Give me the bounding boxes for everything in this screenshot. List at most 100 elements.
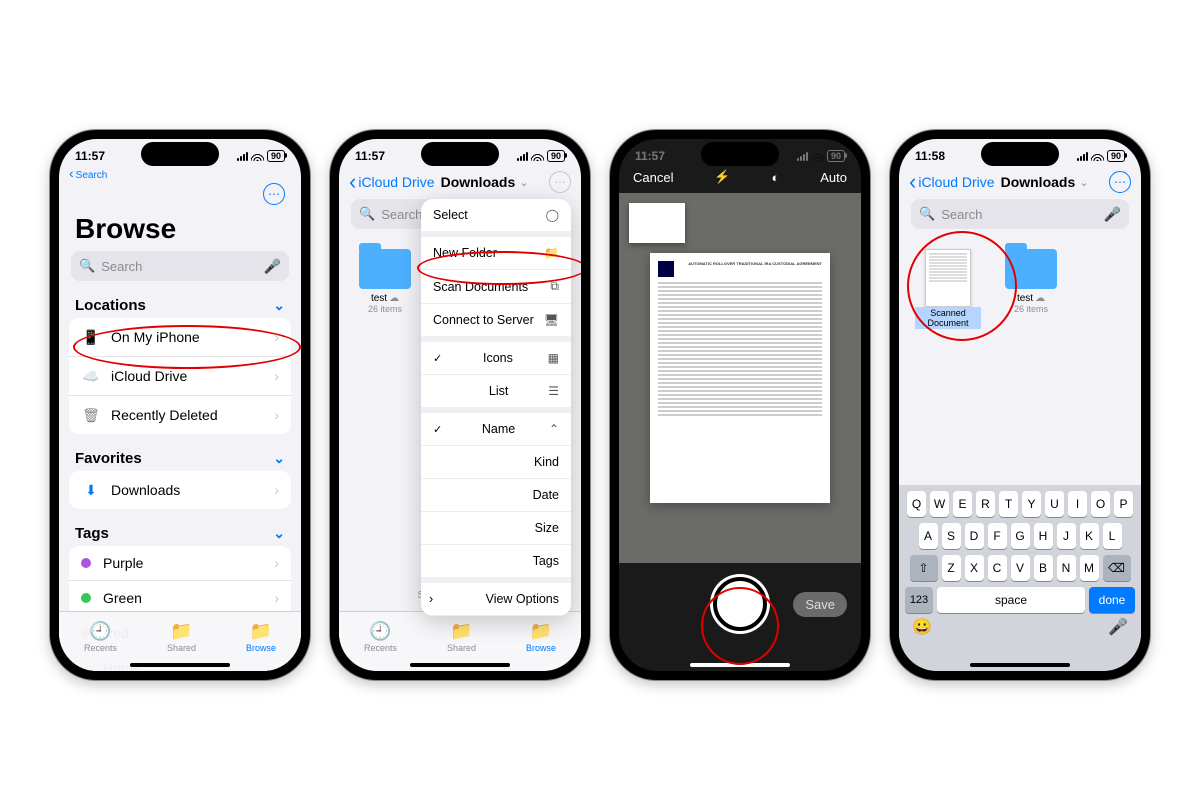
scanned-document-item[interactable]: Scanned Document [915, 249, 981, 329]
doc-thumbnail-icon [925, 249, 971, 307]
key-u[interactable]: U [1045, 491, 1064, 517]
menu-view-options[interactable]: › View Options [421, 583, 571, 616]
chevron-down-icon[interactable]: ⌄ [519, 176, 528, 189]
context-menu: Select◯ New Folder📁 Scan Documents⧉ Conn… [421, 199, 571, 616]
save-button[interactable]: Save [793, 592, 847, 617]
dictation-button[interactable]: 🎤 [1108, 617, 1128, 637]
tab-recents[interactable]: 🕘Recents [364, 621, 397, 653]
favorite-downloads[interactable]: ⬇Downloads› [69, 471, 291, 509]
menu-scan-documents[interactable]: Scan Documents⧉ [421, 270, 571, 304]
key-shift[interactable]: ⇧ [910, 555, 938, 581]
scan-thumbnail[interactable] [629, 203, 685, 243]
locations-list: 📱On My iPhone› ☁️iCloud Drive› 🗑Recently… [69, 318, 291, 434]
more-button[interactable]: ⋯ [549, 171, 571, 193]
menu-connect-server[interactable]: Connect to Server🖥 [421, 304, 571, 342]
key-c[interactable]: C [988, 555, 1007, 581]
home-indicator[interactable] [970, 663, 1070, 667]
locations-header[interactable]: Locations⌄ [59, 291, 301, 318]
search-input[interactable]: 🔍 Search 🎤 [71, 251, 289, 281]
more-button[interactable]: ⋯ [1109, 171, 1131, 193]
menu-sort-kind[interactable]: Kind [421, 446, 571, 479]
screen-4: 11:58 90 iCloud Drive Downloads ⌄ ⋯ 🔍 Se… [899, 139, 1141, 671]
key-n[interactable]: N [1057, 555, 1076, 581]
key-v[interactable]: V [1011, 555, 1030, 581]
key-d[interactable]: D [965, 523, 984, 549]
location-icloud-drive[interactable]: ☁️iCloud Drive› [69, 357, 291, 396]
key-j[interactable]: J [1057, 523, 1076, 549]
nav-title: Downloads [441, 174, 516, 190]
dynamic-island [701, 142, 779, 166]
battery-icon: 90 [827, 150, 845, 162]
tab-shared[interactable]: 📁Shared [447, 621, 476, 653]
favorites-list: ⬇Downloads› [69, 471, 291, 509]
tab-bar: 🕘Recents 📁Shared 📁Browse [59, 611, 301, 671]
cancel-button[interactable]: Cancel [633, 170, 673, 185]
tab-recents[interactable]: 🕘Recents [84, 621, 117, 653]
key-q[interactable]: Q [907, 491, 926, 517]
key-o[interactable]: O [1091, 491, 1110, 517]
shutter-button[interactable] [713, 577, 767, 631]
key-w[interactable]: W [930, 491, 949, 517]
chevron-down-icon: ⌄ [273, 450, 285, 467]
back-button[interactable]: iCloud Drive [349, 174, 435, 190]
more-button[interactable]: ⋯ [263, 183, 285, 205]
key-p[interactable]: P [1114, 491, 1133, 517]
tag-purple[interactable]: Purple› [69, 546, 291, 581]
filename-edit[interactable]: Scanned Document [915, 307, 981, 329]
location-recently-deleted[interactable]: 🗑Recently Deleted› [69, 396, 291, 434]
document-preview: AUTOMATIC ROLLOVER TRADITIONAL IRA CUSTO… [650, 253, 830, 503]
key-f[interactable]: F [988, 523, 1007, 549]
menu-sort-tags[interactable]: Tags [421, 545, 571, 583]
home-indicator[interactable] [690, 663, 790, 667]
tag-dot-icon [81, 593, 91, 603]
home-indicator[interactable] [130, 663, 230, 667]
key-g[interactable]: G [1011, 523, 1030, 549]
key-i[interactable]: I [1068, 491, 1087, 517]
mic-icon[interactable]: 🎤 [264, 258, 281, 275]
tab-browse[interactable]: 📁Browse [246, 621, 276, 653]
key-a[interactable]: A [919, 523, 938, 549]
tab-shared[interactable]: 📁Shared [167, 621, 196, 653]
menu-sort-name[interactable]: Name⌃ [421, 413, 571, 446]
key-l[interactable]: L [1103, 523, 1122, 549]
key-done[interactable]: done [1089, 587, 1135, 613]
key-123[interactable]: 123 [905, 587, 933, 613]
favorites-header[interactable]: Favorites⌄ [59, 444, 301, 471]
emoji-button[interactable]: 😀 [912, 617, 932, 637]
menu-sort-size[interactable]: Size [421, 512, 571, 545]
menu-icons[interactable]: Icons▦ [421, 342, 571, 375]
key-h[interactable]: H [1034, 523, 1053, 549]
auto-button[interactable]: Auto [820, 170, 847, 185]
shared-folder-icon: 📁 [170, 621, 192, 642]
location-on-my-iphone[interactable]: 📱On My iPhone› [69, 318, 291, 357]
dynamic-island [421, 142, 499, 166]
folder-test[interactable]: test☁ 26 items [355, 249, 415, 314]
key-backspace[interactable]: ⌫ [1103, 555, 1131, 581]
flash-button[interactable]: ⚡ [714, 169, 730, 185]
back-button[interactable]: iCloud Drive [909, 174, 995, 190]
menu-new-folder[interactable]: New Folder📁 [421, 237, 571, 270]
folder-test[interactable]: test☁ 26 items [1001, 249, 1061, 314]
chevron-down-icon[interactable]: ⌄ [1079, 176, 1088, 189]
key-b[interactable]: B [1034, 555, 1053, 581]
tags-header[interactable]: Tags⌄ [59, 519, 301, 546]
menu-list[interactable]: List☰ [421, 375, 571, 413]
mic-icon[interactable]: 🎤 [1104, 206, 1121, 223]
filter-button[interactable]: ◐ [771, 170, 779, 185]
key-space[interactable]: space [937, 587, 1085, 613]
tab-browse[interactable]: 📁Browse [526, 621, 556, 653]
key-e[interactable]: E [953, 491, 972, 517]
home-indicator[interactable] [410, 663, 510, 667]
menu-select[interactable]: Select◯ [421, 199, 571, 237]
back-to-search[interactable]: Search [59, 165, 301, 183]
key-y[interactable]: Y [1022, 491, 1041, 517]
key-k[interactable]: K [1080, 523, 1099, 549]
key-x[interactable]: X [965, 555, 984, 581]
key-s[interactable]: S [942, 523, 961, 549]
key-m[interactable]: M [1080, 555, 1099, 581]
key-t[interactable]: T [999, 491, 1018, 517]
key-r[interactable]: R [976, 491, 995, 517]
search-input[interactable]: 🔍 Search 🎤 [911, 199, 1129, 229]
key-z[interactable]: Z [942, 555, 961, 581]
menu-sort-date[interactable]: Date [421, 479, 571, 512]
